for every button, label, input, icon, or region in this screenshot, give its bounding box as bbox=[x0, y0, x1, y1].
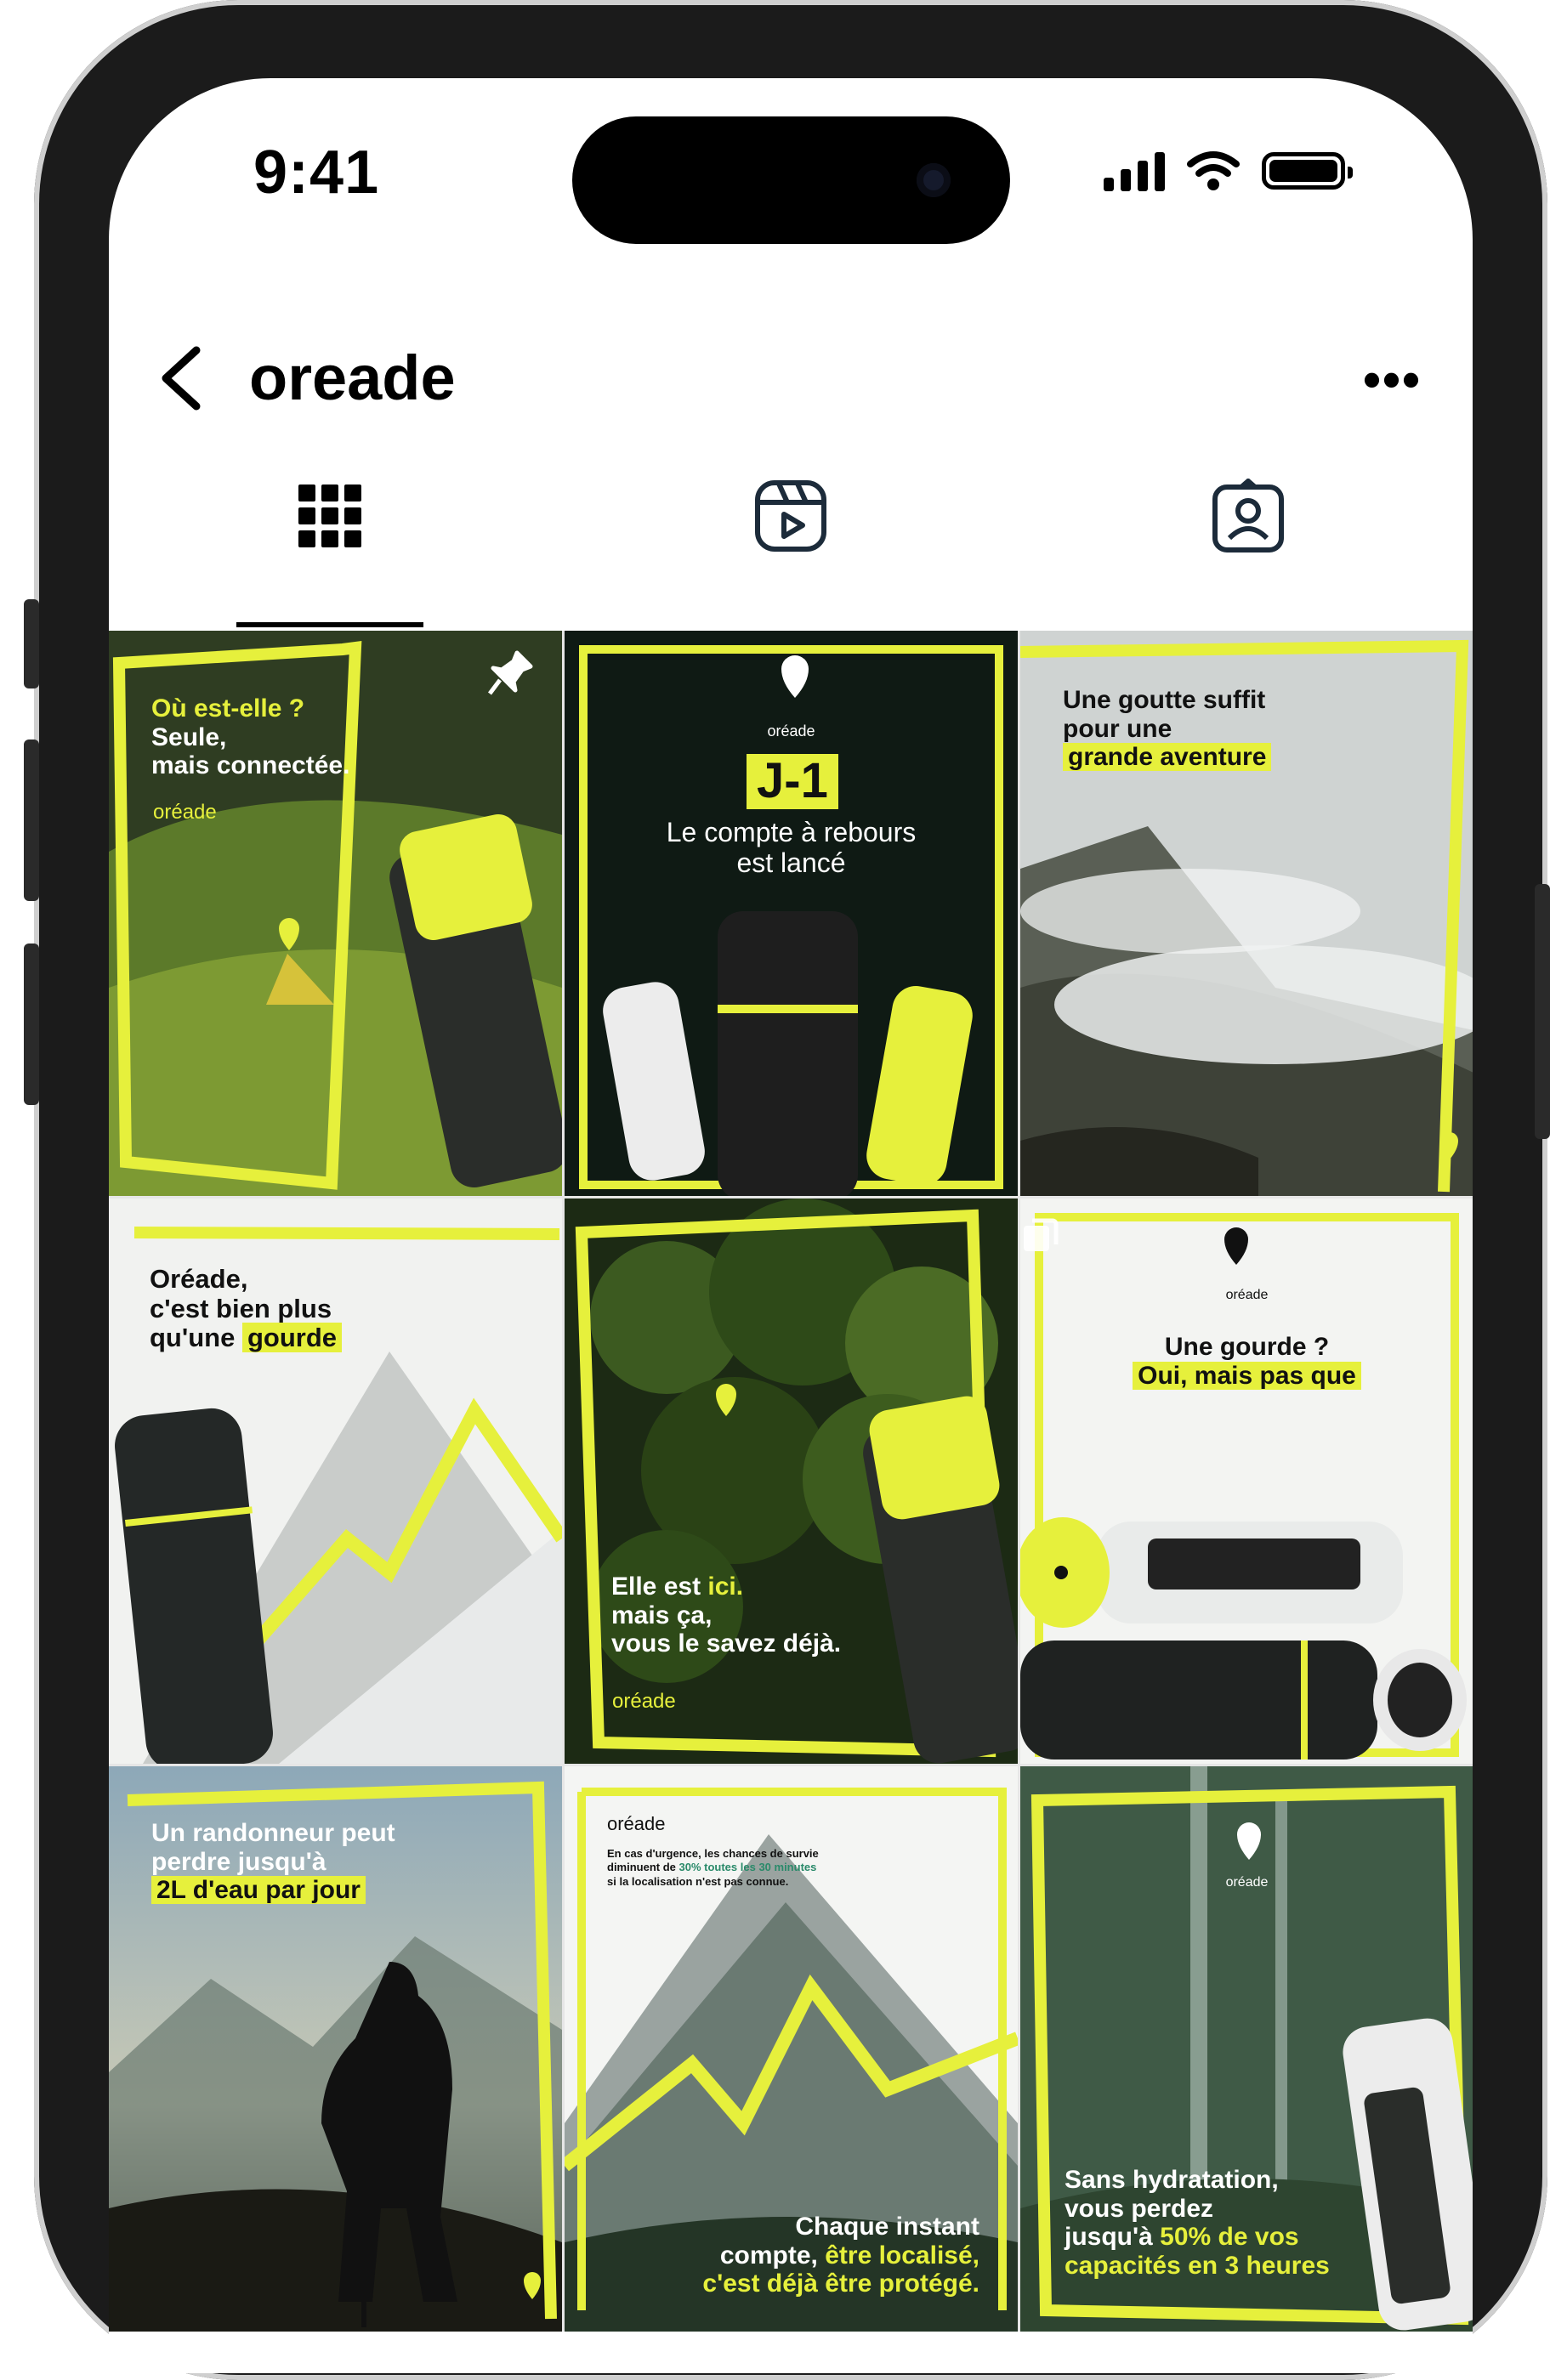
profile-header: oreade ••• bbox=[109, 333, 1473, 435]
tab-reels[interactable] bbox=[727, 465, 854, 567]
post-5[interactable]: Elle est ici. mais ça, vous le savez déj… bbox=[565, 1198, 1018, 1764]
posts-grid: Où est-elle ? Seule, mais connectée. oré… bbox=[109, 631, 1473, 2332]
post-3-line-2: pour une bbox=[1063, 714, 1172, 743]
dynamic-island bbox=[572, 116, 1010, 244]
post-8-line-2-prefix: compte, bbox=[719, 2241, 818, 2270]
post-2-badge: J-1 bbox=[747, 753, 838, 809]
post-9-line-2: vous perdez bbox=[1065, 2194, 1214, 2223]
reels-icon bbox=[755, 480, 826, 552]
post-8[interactable]: oréade En cas d'urgence, les chances de … bbox=[565, 1766, 1018, 2332]
post-5-line-1-accent: ici. bbox=[707, 1572, 744, 1601]
post-5-line-3: vous le savez déjà. bbox=[611, 1629, 842, 1658]
profile-username: oreade bbox=[249, 343, 456, 413]
profile-tabs bbox=[109, 465, 1473, 567]
post-6-highlight: Oui, mais pas que bbox=[1133, 1361, 1361, 1390]
post-7-highlight: 2L d'eau par jour bbox=[151, 1876, 366, 1905]
post-3[interactable]: Une goutte suffit pour une grande aventu… bbox=[1020, 631, 1473, 1196]
post-4-highlight: gourde bbox=[241, 1323, 343, 1353]
post-6-image bbox=[1020, 1198, 1473, 1764]
post-1-line-1: Où est-elle ? bbox=[151, 694, 305, 722]
status-bar: 9:41 bbox=[109, 78, 1473, 308]
post-5-image bbox=[565, 1198, 1018, 1764]
post-9-line-3-accent: 50% de vos bbox=[1160, 2223, 1299, 2252]
post-4-line-2: c'est bien plus bbox=[150, 1293, 332, 1323]
post-2[interactable]: oréade J-1 Le compte à rebours est lancé bbox=[565, 631, 1018, 1196]
post-6[interactable]: oréade Une gourde ? Oui, mais pas que bbox=[1020, 1198, 1473, 1764]
post-8-line-1: Chaque instant bbox=[795, 2213, 979, 2241]
tab-posts[interactable] bbox=[266, 465, 394, 567]
post-4-line-1: Oréade, bbox=[150, 1264, 248, 1294]
post-5-line-1-prefix: Elle est bbox=[611, 1572, 701, 1601]
camera-icon bbox=[917, 163, 951, 197]
post-5-line-2: mais ça, bbox=[611, 1601, 713, 1629]
post-4[interactable]: Oréade, c'est bien plus qu'une gourde bbox=[109, 1198, 562, 1764]
post-7-line-1: Un randonneur peut bbox=[151, 1819, 395, 1847]
post-8-small-accent: 30% toutes les 30 minutes bbox=[678, 1861, 817, 1874]
post-8-line-2-accent: être localisé, bbox=[825, 2241, 979, 2270]
post-4-prefix: qu'une bbox=[150, 1323, 236, 1353]
post-1-brand: oréade bbox=[153, 801, 217, 824]
post-7-line-2: perdre jusqu'à bbox=[151, 1847, 326, 1876]
active-tab-indicator bbox=[236, 622, 423, 627]
more-options-button[interactable]: ••• bbox=[1363, 350, 1422, 409]
post-7[interactable]: Un randonneur peut perdre jusqu'à 2L d'e… bbox=[109, 1766, 562, 2332]
volume-down-button bbox=[24, 944, 39, 1105]
wifi-icon bbox=[1187, 151, 1240, 190]
tagged-icon bbox=[1212, 479, 1284, 552]
post-9[interactable]: oréade Sans hydratation, vous perdez jus… bbox=[1020, 1766, 1473, 2332]
post-8-line-3: c'est déjà être protégé. bbox=[702, 2270, 979, 2298]
post-1-line-2: Seule, bbox=[151, 722, 227, 751]
volume-up-button bbox=[24, 740, 39, 901]
post-6-brand: oréade bbox=[1225, 1288, 1269, 1302]
post-9-line-3-prefix: jusqu'à bbox=[1065, 2223, 1153, 2252]
status-icons bbox=[1104, 150, 1353, 191]
post-8-small-post: si la localisation n'est pas connue. bbox=[607, 1874, 789, 1888]
post-2-line-2: est lancé bbox=[736, 847, 846, 878]
post-8-brand: oréade bbox=[607, 1813, 666, 1834]
grid-icon bbox=[298, 484, 361, 547]
post-6-title: Une gourde ? bbox=[1164, 1333, 1330, 1361]
carousel-icon bbox=[1024, 1218, 1059, 1251]
power-button bbox=[1535, 884, 1550, 1139]
post-1-line-3: mais connectée. bbox=[151, 751, 350, 780]
post-5-brand: oréade bbox=[612, 1690, 676, 1713]
status-time: 9:41 bbox=[253, 139, 380, 207]
post-9-brand: oréade bbox=[1225, 1875, 1269, 1890]
signal-icon bbox=[1104, 150, 1165, 191]
action-button bbox=[24, 599, 39, 688]
post-2-image bbox=[565, 631, 1018, 1196]
post-3-line-1: Une goutte suffit bbox=[1063, 686, 1266, 714]
post-2-line-1: Le compte à rebours bbox=[666, 817, 917, 847]
tab-tagged[interactable] bbox=[1184, 465, 1312, 567]
back-icon[interactable] bbox=[147, 340, 224, 416]
post-9-line-1: Sans hydratation, bbox=[1065, 2166, 1279, 2194]
phone-screen: 9:41 oreade ••• Où est-elle ? Seule, mai… bbox=[109, 78, 1473, 2373]
battery-icon bbox=[1262, 152, 1353, 190]
post-9-line-4: capacités en 3 heures bbox=[1065, 2251, 1330, 2280]
post-1[interactable]: Où est-elle ? Seule, mais connectée. oré… bbox=[109, 631, 562, 1196]
pinned-icon bbox=[488, 650, 533, 695]
post-2-brand: oréade bbox=[767, 722, 815, 740]
post-3-highlight: grande aventure bbox=[1063, 743, 1272, 772]
